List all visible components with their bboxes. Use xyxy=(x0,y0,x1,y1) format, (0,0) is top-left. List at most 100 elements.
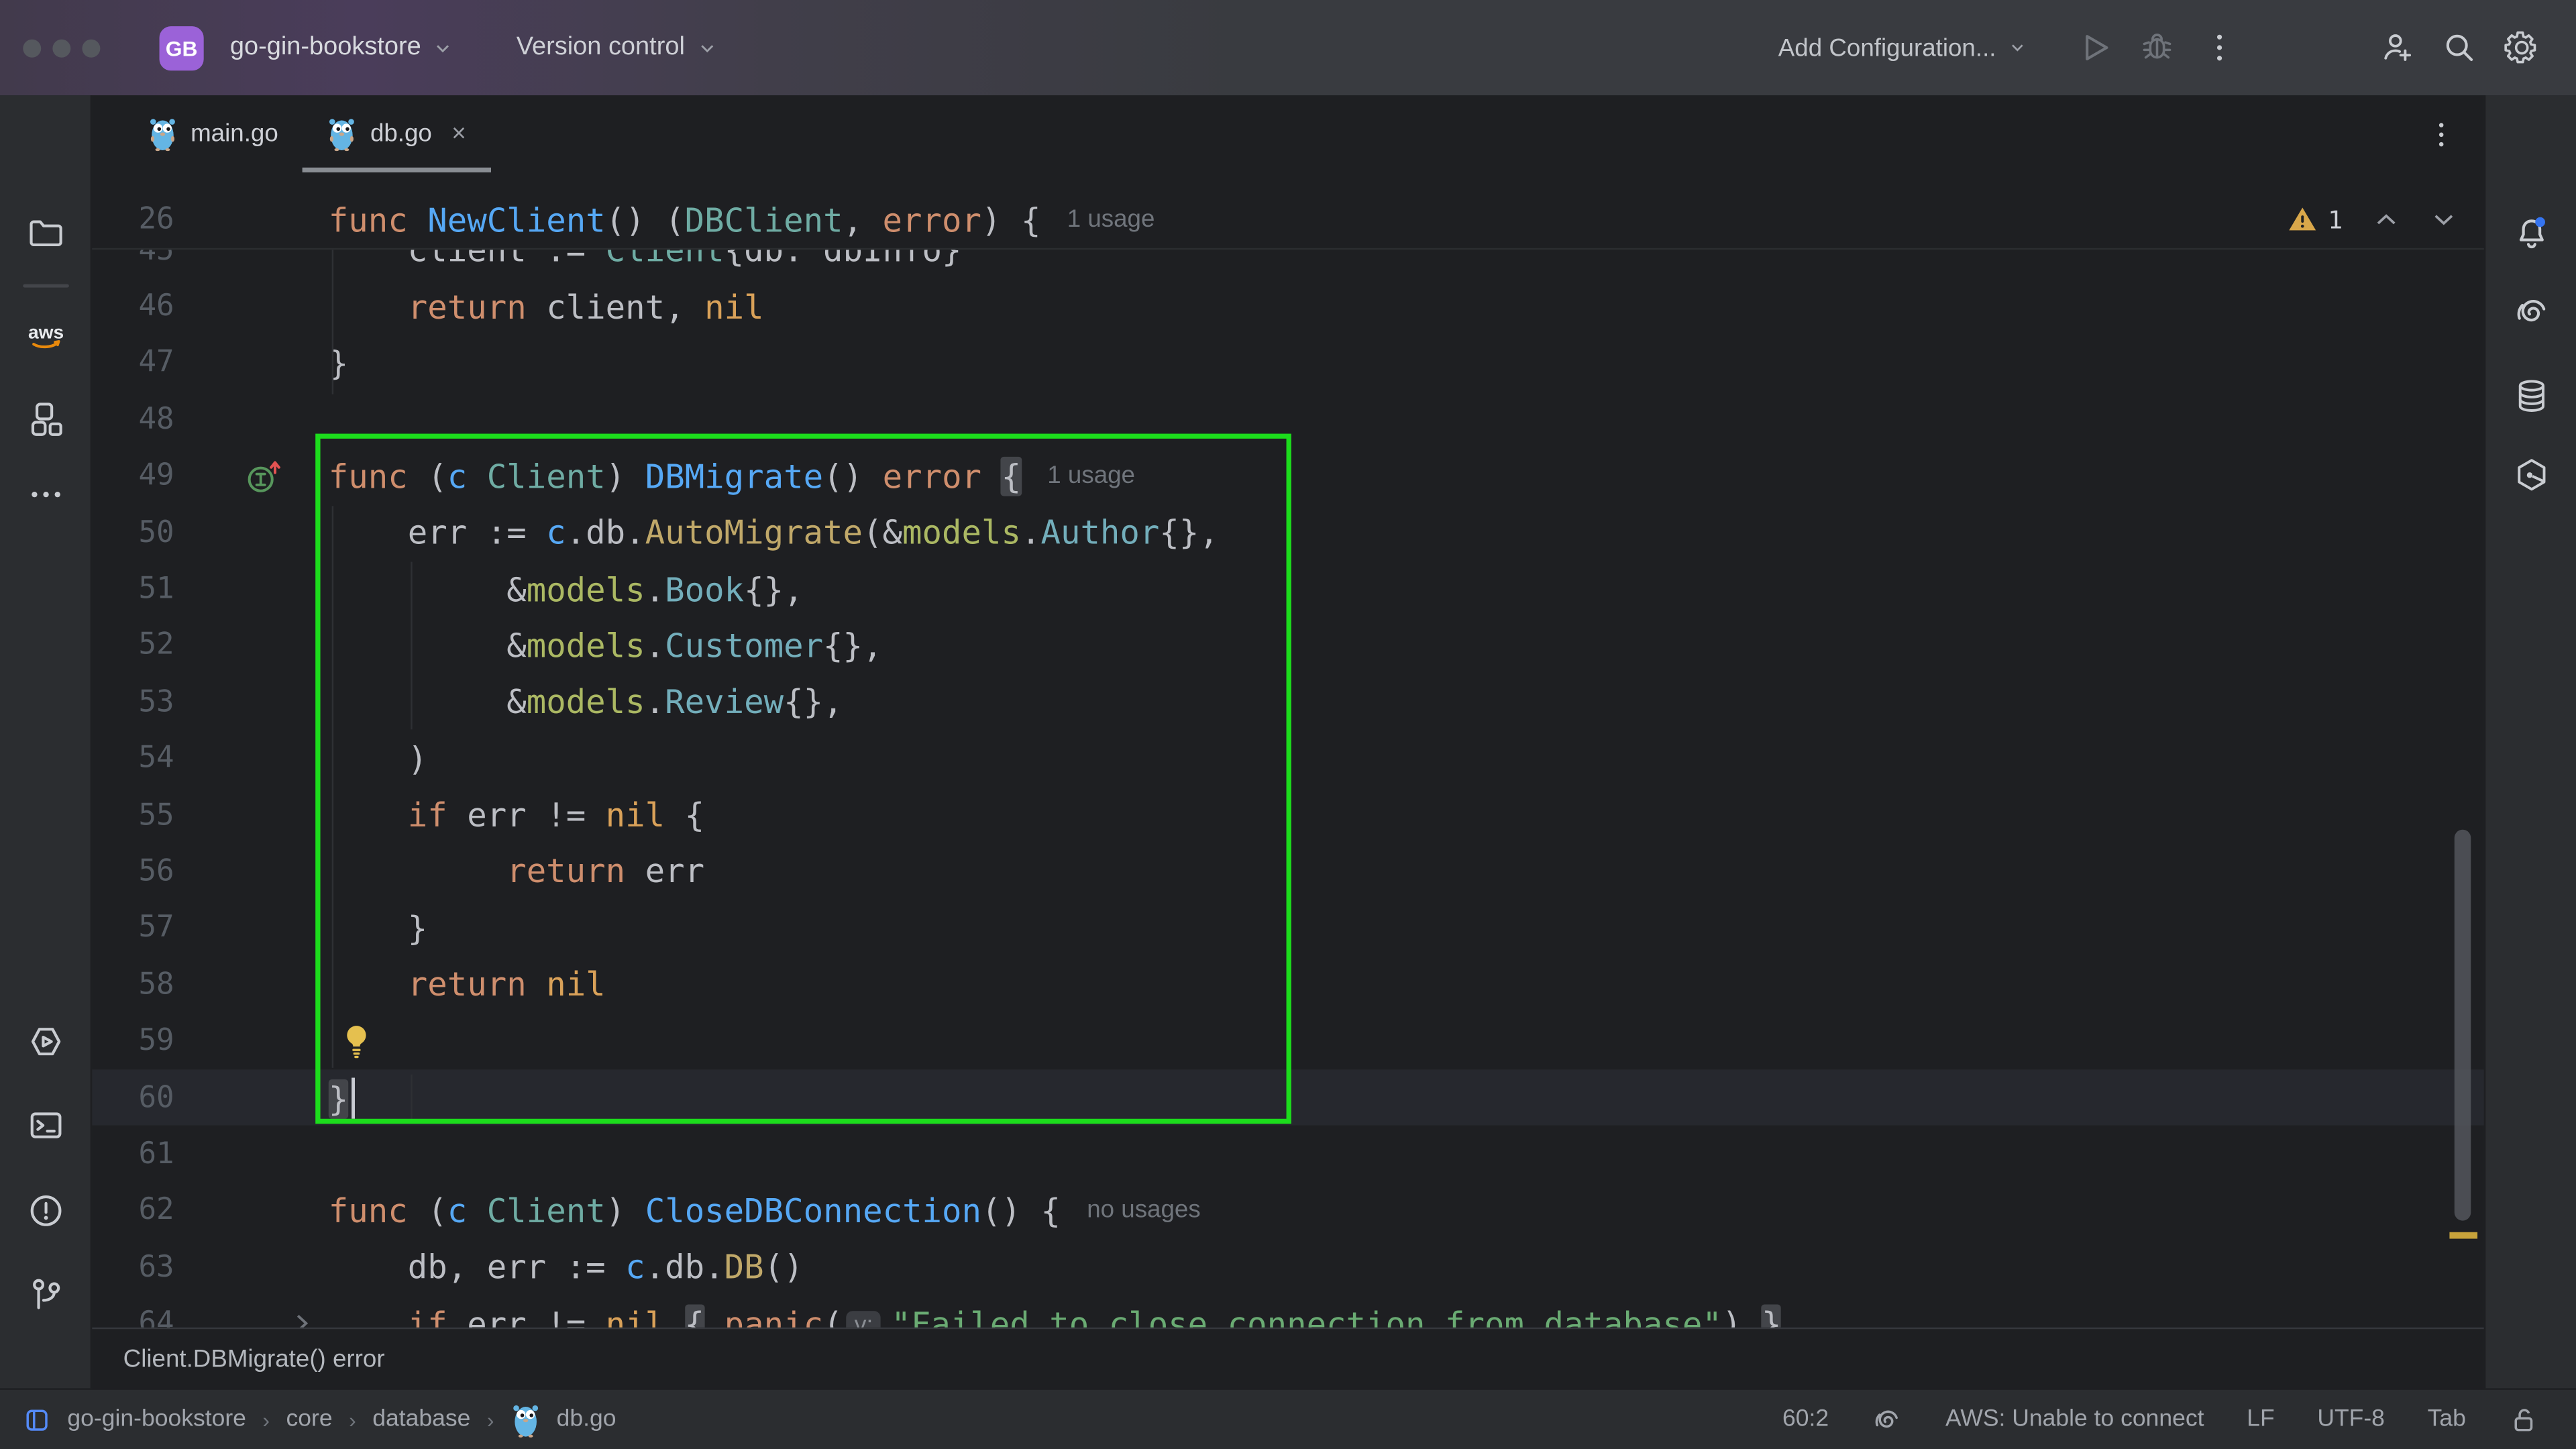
line-number[interactable]: 45 xyxy=(92,250,174,267)
line-number[interactable]: 62 xyxy=(92,1193,174,1228)
vertical-scrollbar-thumb[interactable] xyxy=(2455,830,2471,1221)
project-widget[interactable]: GB go-gin-bookstore xyxy=(160,25,454,70)
search-everywhere-button[interactable] xyxy=(2428,21,2491,74)
settings-button[interactable] xyxy=(2491,21,2553,74)
line-number[interactable]: 53 xyxy=(92,685,174,719)
code-line-55[interactable]: 55 if err != nil { xyxy=(92,787,2484,843)
run-configuration-selector[interactable]: Add Configuration... xyxy=(1778,34,2027,62)
aws-tool-button[interactable]: aws xyxy=(15,307,74,366)
ai-assistant-button[interactable] xyxy=(2502,282,2561,341)
implements-interface-icon[interactable] xyxy=(246,456,282,496)
vcs-widget[interactable]: Version control xyxy=(517,33,718,62)
code-line-59[interactable]: 59 xyxy=(92,1013,2484,1069)
code-line-57[interactable]: 57 } xyxy=(92,900,2484,956)
code-line-47[interactable]: 47} xyxy=(92,335,2484,391)
dependencies-tool-button[interactable] xyxy=(2502,445,2561,504)
debug-button[interactable] xyxy=(2126,21,2188,74)
line-number[interactable]: 63 xyxy=(92,1250,174,1284)
usage-hint[interactable]: no usages xyxy=(1087,1197,1201,1225)
line-number[interactable]: 54 xyxy=(92,741,174,775)
tab-db-go[interactable]: db.go × xyxy=(303,95,491,172)
code-line-53[interactable]: 53 &models.Review{}, xyxy=(92,674,2484,730)
code-line-63[interactable]: 63 db, err := c.db.DB() xyxy=(92,1239,2484,1295)
encoding-widget[interactable]: UTF-8 xyxy=(2317,1406,2385,1432)
code-line-45[interactable]: 45 client := Client{db: dbInfo} xyxy=(92,250,2484,278)
services-tool-button[interactable] xyxy=(15,1012,74,1071)
warning-stripe-mark[interactable] xyxy=(2449,1232,2477,1239)
line-number[interactable]: 59 xyxy=(92,1024,174,1058)
readonly-toggle[interactable] xyxy=(2509,1404,2540,1436)
line-number[interactable]: 60 xyxy=(92,1080,174,1114)
ai-status-widget[interactable] xyxy=(1872,1404,1903,1436)
line-separator-widget[interactable]: LF xyxy=(2247,1406,2274,1432)
tab-options-button[interactable] xyxy=(2425,95,2458,172)
line-number[interactable]: 52 xyxy=(92,629,174,663)
line-number[interactable]: 58 xyxy=(92,967,174,1002)
line-number[interactable]: 48 xyxy=(92,402,174,437)
code-line-48[interactable]: 48 xyxy=(92,391,2484,447)
notifications-button[interactable] xyxy=(2502,204,2561,263)
database-tool-button[interactable] xyxy=(2502,366,2561,425)
git-tool-button[interactable] xyxy=(15,1265,74,1324)
structure-tool-button[interactable] xyxy=(15,389,74,448)
code-line-60[interactable]: 60} xyxy=(92,1069,2484,1126)
next-warning-icon[interactable] xyxy=(2430,205,2458,233)
project-tool-button[interactable] xyxy=(15,204,74,263)
debug-icon xyxy=(2139,30,2176,66)
code-line-56[interactable]: 56 return err xyxy=(92,843,2484,900)
tab-main-go[interactable]: main.go xyxy=(123,95,303,172)
more-actions-button[interactable] xyxy=(2188,21,2251,74)
code-line-54[interactable]: 54 ) xyxy=(92,731,2484,787)
chevron-right-icon: › xyxy=(349,1407,356,1432)
more-tool-windows-button[interactable] xyxy=(15,465,74,524)
fold-chevron-icon[interactable] xyxy=(288,1309,316,1328)
line-number[interactable]: 56 xyxy=(92,854,174,888)
breadcrumb: go-gin-bookstore › core › database › db.… xyxy=(23,1402,616,1436)
inspection-warning-badge[interactable]: 1 xyxy=(2287,204,2343,235)
structure-icon xyxy=(25,399,65,439)
line-number[interactable]: 50 xyxy=(92,515,174,549)
usage-hint[interactable]: 1 usage xyxy=(1047,462,1135,490)
aws-status-widget[interactable]: AWS: Unable to connect xyxy=(1945,1406,2204,1432)
prev-warning-icon[interactable] xyxy=(2372,205,2400,233)
breadcrumb-item[interactable]: db.go xyxy=(557,1406,616,1432)
code-line-64[interactable]: 64 if err != nil { panic(v:"Failed to cl… xyxy=(92,1295,2484,1328)
close-tab-icon[interactable]: × xyxy=(451,120,466,148)
line-number[interactable]: 61 xyxy=(92,1137,174,1171)
code-editor[interactable]: 45 client := Client{db: dbInfo}46 return… xyxy=(92,250,2484,1328)
line-number[interactable]: 49 xyxy=(92,459,174,493)
code-line-58[interactable]: 58 return nil xyxy=(92,956,2484,1012)
code-line-49[interactable]: 49func (c Client) DBMigrate() error {1 u… xyxy=(92,448,2484,504)
code-line-51[interactable]: 51 &models.Book{}, xyxy=(92,561,2484,617)
chevron-right-icon: › xyxy=(262,1407,270,1432)
code-line-61[interactable]: 61 xyxy=(92,1126,2484,1182)
breadcrumb-item[interactable]: go-gin-bookstore xyxy=(67,1406,246,1432)
terminal-tool-button[interactable] xyxy=(15,1095,74,1155)
run-button[interactable] xyxy=(2063,21,2126,74)
gutter[interactable] xyxy=(174,456,329,496)
code-line-62[interactable]: 62func (c Client) CloseDBConnection() {n… xyxy=(92,1182,2484,1238)
gutter[interactable] xyxy=(174,1309,329,1328)
sticky-header-line[interactable]: 26 func NewClient() (DBClient, error) { … xyxy=(92,191,2484,250)
usage-hint[interactable]: 1 usage xyxy=(1067,205,1155,233)
code-line-46[interactable]: 46 return client, nil xyxy=(92,278,2484,335)
lightbulb-icon[interactable] xyxy=(338,1022,374,1062)
line-number[interactable]: 46 xyxy=(92,289,174,323)
code-with-me-button[interactable] xyxy=(2366,21,2428,74)
more-icon xyxy=(25,475,65,515)
line-number[interactable]: 47 xyxy=(92,345,174,380)
breadcrumb-item[interactable]: core xyxy=(286,1406,333,1432)
line-number[interactable]: 57 xyxy=(92,911,174,945)
code-line-52[interactable]: 52 &models.Customer{}, xyxy=(92,617,2484,674)
breadcrumb-item[interactable]: database xyxy=(372,1406,470,1432)
indent-widget[interactable]: Tab xyxy=(2428,1406,2466,1432)
line-number[interactable]: 51 xyxy=(92,572,174,606)
ai-assistant-icon xyxy=(1872,1404,1903,1436)
indent-guide xyxy=(332,506,333,1068)
problems-tool-button[interactable] xyxy=(15,1181,74,1240)
line-number[interactable]: 64 xyxy=(92,1306,174,1328)
caret-position-widget[interactable]: 60:2 xyxy=(1782,1406,1829,1432)
window-controls[interactable] xyxy=(23,39,100,57)
line-number[interactable]: 55 xyxy=(92,798,174,832)
code-line-50[interactable]: 50 err := c.db.AutoMigrate(&models.Autho… xyxy=(92,504,2484,561)
